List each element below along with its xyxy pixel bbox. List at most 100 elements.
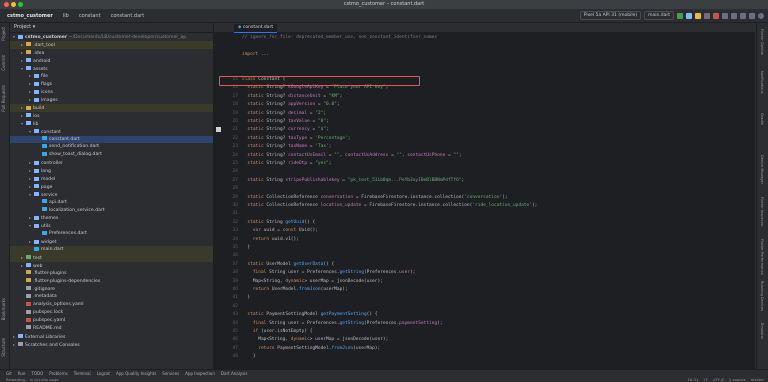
tree-item[interactable]: analysis_options.yaml (10, 301, 213, 309)
device-selector[interactable]: Pixel 5a API 31 (mobile) (579, 11, 642, 20)
tree-item[interactable]: constant.dart (10, 135, 213, 144)
bottom-tool-tab[interactable]: Dart Analysis (221, 371, 248, 376)
close-window-button[interactable] (4, 2, 9, 7)
tree-item[interactable]: README.md (10, 325, 213, 333)
code-line[interactable]: static String? taxName = 'Tax'; (242, 144, 331, 149)
bottom-tool-tab[interactable]: App Inspection (185, 371, 215, 376)
tree-item[interactable]: main.dart (10, 246, 213, 254)
code-editor[interactable]: ◆ constant.dart 16 16 17 18 19 20 21 22 23 24 25 26… (214, 23, 755, 369)
code-line[interactable]: static PaymentSettingModel getPaymentSet… (242, 312, 377, 317)
code-line[interactable]: static String stripePublishablekey = "pk… (242, 178, 464, 183)
attach-icon[interactable] (704, 12, 710, 19)
settings-icon[interactable] (749, 12, 755, 19)
code-line[interactable]: static String? taxType = 'Percentage'; (242, 136, 350, 141)
code-line[interactable]: } (242, 245, 250, 250)
tree-item[interactable]: ▸ page (10, 183, 213, 191)
minimize-window-button[interactable] (11, 2, 16, 7)
code-line[interactable]: var uuid = const Uuid(); (242, 228, 318, 233)
zoom-window-button[interactable] (18, 2, 23, 7)
tree-item[interactable]: ▸ images (10, 96, 213, 104)
indent-setting[interactable]: 2 spaces (729, 377, 746, 382)
tab-constant-dart[interactable]: ◆ constant.dart (234, 24, 278, 33)
code-line[interactable]: // ignore_for_file: deprecated_member_us… (242, 35, 437, 40)
code-line[interactable]: static String? kGoogleApiKey = "Place yo… (242, 85, 388, 90)
debug-icon[interactable] (686, 12, 692, 19)
tree-item[interactable]: .flutter-plugins (10, 270, 213, 278)
code-line[interactable]: } (242, 354, 256, 359)
run-icon[interactable] (677, 12, 683, 19)
code-line[interactable]: static CollectionReference conversation … (242, 195, 507, 200)
tree-item[interactable]: ▸ icons (10, 88, 213, 96)
bottom-tool-tab[interactable]: Terminal (74, 371, 91, 376)
tree-item[interactable]: ▸ android (10, 57, 213, 65)
tree-item[interactable]: ▸ themes (10, 214, 213, 222)
right-tool-tab[interactable]: Notifications (760, 71, 764, 94)
tree-item[interactable]: ▸ Scratches and Consoles (10, 341, 213, 349)
bottom-tool-tab[interactable]: TODO (31, 371, 43, 376)
caret-position[interactable]: 16:31 (688, 377, 699, 382)
code-line[interactable]: static String? contactUsEmail = "", cont… (242, 153, 461, 158)
code-line[interactable]: Map<String, dynamic> userMap = jsonDecod… (242, 279, 383, 284)
tree-item[interactable]: ▾ service (10, 191, 213, 199)
tree-item[interactable]: ▸ web (10, 262, 213, 270)
right-tool-tab[interactable]: Flutter Outline (760, 29, 764, 55)
account-icon[interactable] (758, 12, 764, 19)
device-manager-icon[interactable] (722, 12, 728, 19)
color-preview-icon[interactable] (216, 127, 221, 132)
tree-item[interactable]: ▸ .idea (10, 49, 213, 57)
git-branch[interactable]: master (751, 377, 764, 382)
structure-tool-tab[interactable]: Structure (1, 338, 6, 357)
tree-item[interactable]: ▸ widget (10, 238, 213, 246)
tree-item[interactable]: ▾ constant (10, 128, 213, 136)
tree-item[interactable]: ▸ External Libraries (10, 333, 213, 341)
tree-item[interactable]: ▸ build (10, 104, 213, 112)
file-breadcrumb[interactable]: constant.dart (108, 12, 148, 20)
project-tool-tab[interactable]: Project (1, 27, 6, 41)
project-panel-header[interactable]: Project ▾ (10, 23, 213, 33)
tree-item[interactable]: pubspec.lock (10, 309, 213, 317)
tree-item[interactable]: ▸ model (10, 175, 213, 183)
right-tool-tab[interactable]: Emulator (760, 323, 764, 339)
code-line[interactable]: static String getUuid() { (242, 220, 315, 225)
bottom-tool-tab[interactable]: App Quality Insights (116, 371, 156, 376)
tree-item[interactable]: send_notification.dart (10, 143, 213, 151)
code-line[interactable]: return PaymentSettingModel.fromJson(user… (242, 346, 380, 351)
right-tool-tab[interactable]: Device Manager (760, 155, 764, 184)
tree-item[interactable]: ▾ cstmo_customer ~/Documents/LB/customer-… (10, 33, 213, 41)
code-line[interactable]: final String user = Preferences.getStrin… (242, 321, 443, 326)
commit-tool-tab[interactable]: Commit (1, 55, 6, 71)
tree-item[interactable]: pubspec.yaml (10, 317, 213, 325)
bottom-tool-tab[interactable]: Problems (49, 371, 67, 376)
code-line[interactable]: static String? rideOtp = "yes"; (242, 161, 331, 166)
code-line[interactable]: import ... (242, 52, 269, 57)
code-line[interactable]: return UserModel.fromJson(userMap); (242, 287, 348, 292)
tree-item[interactable]: ▸ controller (10, 159, 213, 167)
tree-item[interactable]: ▸ test (10, 253, 213, 262)
code-line[interactable]: final String user = Preferences.getStrin… (242, 270, 416, 275)
tree-item[interactable]: ▾ assets (10, 65, 213, 73)
tree-item[interactable]: .gitignore (10, 286, 213, 294)
tree-item[interactable]: localization_service.dart (10, 207, 213, 215)
code-line[interactable]: static String? taxValue = "0"; (242, 119, 328, 124)
tree-item[interactable]: ▾ lib (10, 120, 213, 128)
code-line[interactable]: if (user.isNotEmpty) { (242, 329, 313, 334)
search-icon[interactable] (740, 12, 746, 19)
tree-item[interactable]: ▸ ios (10, 112, 213, 120)
bottom-tool-tab[interactable]: Logcat (97, 371, 110, 376)
hot-reload-icon[interactable] (695, 12, 701, 19)
bookmarks-tool-tab[interactable]: Bookmarks (1, 298, 6, 320)
constant-breadcrumb[interactable]: constant (76, 12, 104, 20)
code-line[interactable]: static CollectionReference location_upda… (242, 203, 537, 208)
tree-item[interactable]: .metadata (10, 293, 213, 301)
right-tool-tab[interactable]: Gradle (760, 113, 764, 125)
code-line[interactable]: static String? decimal = "2"; (242, 111, 326, 116)
tree-item[interactable]: ▸ flags (10, 80, 213, 88)
tree-item[interactable]: .flutter-plugins-dependencies (10, 278, 213, 286)
bottom-tool-tab[interactable]: Git (6, 371, 12, 376)
tree-item[interactable]: ▸ file (10, 72, 213, 80)
code-line[interactable]: static UserModel getUserData() { (242, 262, 334, 267)
code-line[interactable]: static String? currency = "$"; (242, 127, 328, 132)
run-config-selector[interactable]: main.dart (644, 11, 674, 20)
tree-item[interactable]: Preferences.dart (10, 230, 213, 238)
tree-item[interactable]: show_toast_dialog.dart (10, 151, 213, 159)
